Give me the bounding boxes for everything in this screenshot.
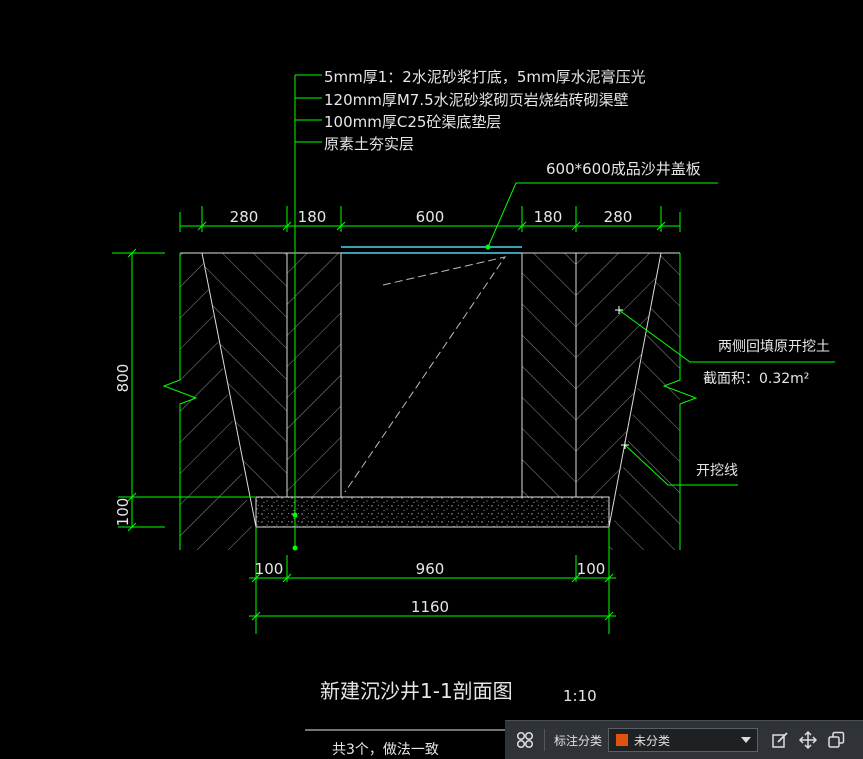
left-dimension-labels: 800 100 — [114, 364, 132, 527]
edit-icon — [772, 732, 788, 748]
top-dim-3: 600 — [416, 208, 445, 226]
drawing-title: 新建沉沙井1-1剖面图 — [320, 679, 513, 703]
grid-view-button[interactable] — [511, 726, 539, 754]
brick-walls — [286, 253, 577, 497]
layer-text-1: 5mm厚1：2水泥砂浆打底，5mm厚水泥膏压光 — [324, 68, 646, 86]
break-line — [344, 256, 507, 493]
drawing-scale: 1:10 — [563, 687, 597, 705]
bottom-dimension-chain — [249, 527, 616, 634]
category-color-swatch — [615, 733, 630, 747]
section-area: 截面积：0.32m² — [703, 371, 809, 387]
bottom-dim-3: 100 — [577, 560, 606, 578]
move-icon — [798, 730, 818, 750]
layer-text-3: 100mm厚C25砼渠底垫层 — [324, 113, 501, 131]
drawing-note: 共3个，做法一致 — [332, 742, 439, 758]
total-width: 1160 — [411, 598, 449, 616]
chevron-down-icon — [741, 737, 752, 743]
top-dim-4: 180 — [534, 208, 563, 226]
category-select[interactable]: 未分类 — [608, 728, 759, 752]
backfill-label: 两侧回填原开挖土 — [718, 339, 830, 355]
cover-plate — [341, 246, 522, 254]
left-dim-800: 800 — [114, 364, 132, 393]
copy-icon — [828, 731, 845, 748]
copy-button[interactable] — [822, 726, 850, 754]
section-drawing: 5mm厚1：2水泥砂浆打底，5mm厚水泥膏压光 120mm厚M7.5水泥砂浆砌页… — [112, 68, 835, 758]
layer-text-4: 原素土夯实层 — [324, 135, 414, 153]
cover-label: 600*600成品沙井盖板 — [546, 160, 701, 178]
bottom-dimension-labels: 100 960 100 1160 — [255, 560, 606, 616]
edit-annotation-button[interactable] — [766, 726, 794, 754]
backfill-hatch — [202, 253, 661, 497]
layer-callouts: 5mm厚1：2水泥砂浆打底，5mm厚水泥膏压光 120mm厚M7.5水泥砂浆砌页… — [324, 68, 646, 153]
top-dim-5: 280 — [604, 208, 633, 226]
annotation-toolbar: 标注分类 未分类 — [505, 720, 863, 759]
layer-text-2: 120mm厚M7.5水泥砂浆砌页岩烧结砖砌渠壁 — [324, 91, 629, 109]
category-select-value: 未分类 — [634, 733, 671, 748]
top-dim-2: 180 — [298, 208, 327, 226]
toolbar-divider — [544, 729, 545, 751]
grid-icon — [516, 731, 534, 749]
cover-leader — [485, 182, 718, 250]
category-label: 标注分类 — [554, 733, 603, 748]
top-dim-1: 280 — [230, 208, 259, 226]
left-dim-100: 100 — [114, 498, 132, 527]
excavation-label: 开挖线 — [696, 463, 738, 479]
bottom-dim-1: 100 — [255, 560, 284, 578]
bottom-dim-2: 960 — [416, 560, 445, 578]
move-button[interactable] — [794, 726, 822, 754]
concrete-base — [255, 496, 610, 528]
